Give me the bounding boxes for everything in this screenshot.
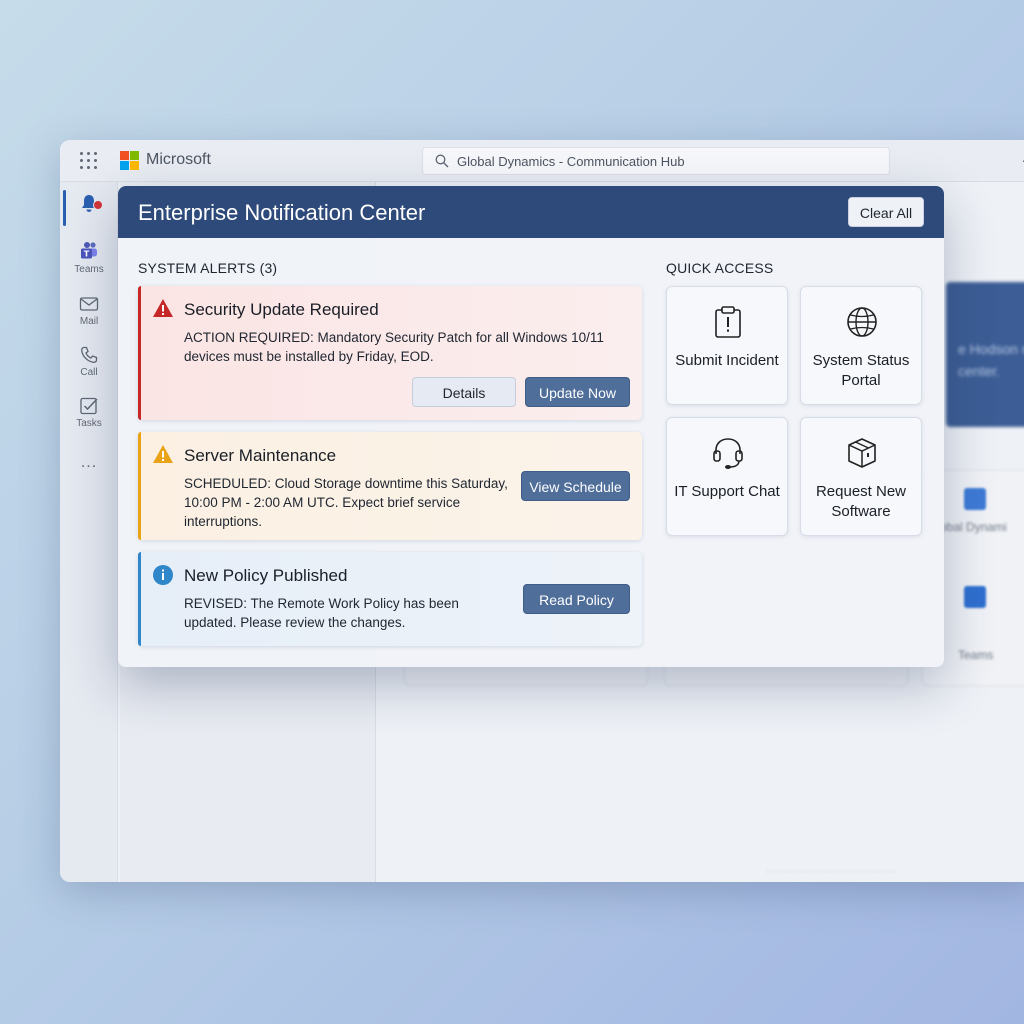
- view-schedule-button[interactable]: View Schedule: [521, 471, 630, 501]
- quick-access-system-status[interactable]: System Status Portal: [800, 286, 922, 405]
- quick-access-request-software[interactable]: Request New Software: [800, 417, 922, 536]
- rail-item-tasks[interactable]: Tasks: [60, 396, 118, 429]
- search-placeholder: Global Dynamics - Communication Hub: [457, 154, 685, 169]
- alert-card-security: Security Update Required ACTION REQUIRED…: [138, 286, 642, 420]
- update-now-button[interactable]: Update Now: [525, 377, 630, 407]
- headset-icon: [713, 438, 743, 469]
- rail-label: Tasks: [76, 418, 102, 429]
- notification-badge: [93, 200, 103, 210]
- brand-name: Microsoft: [146, 151, 211, 168]
- phone-icon: [81, 346, 98, 363]
- svg-text:T: T: [84, 250, 90, 259]
- alert-severity-bar: [138, 552, 141, 646]
- details-button[interactable]: Details: [412, 377, 516, 407]
- alert-title: Security Update Required: [184, 300, 379, 319]
- rail-label: Mail: [79, 316, 99, 327]
- background-footer: · · · · · · · · · · · · · · · · · · · · …: [766, 867, 896, 876]
- background-app-icon: [964, 586, 986, 608]
- app-launcher-icon[interactable]: [80, 152, 98, 170]
- teams-icon: T: [81, 242, 97, 259]
- rail-more-button[interactable]: ...: [60, 454, 118, 472]
- alert-severity-bar: [138, 286, 141, 420]
- background-banner: e Hodson r center.: [946, 282, 1024, 427]
- tile-label: Submit Incident: [675, 352, 779, 369]
- clear-all-button[interactable]: Clear All: [848, 197, 924, 227]
- tasks-checkbox-icon: [80, 397, 98, 415]
- tile-label: IT Support Chat: [674, 483, 780, 500]
- alert-title: Server Maintenance: [184, 446, 337, 465]
- alert-title: New Policy Published: [184, 566, 348, 585]
- mail-icon: [79, 297, 99, 311]
- system-alerts-heading: SYSTEM ALERTS (3): [138, 260, 278, 276]
- info-icon: [153, 565, 173, 585]
- warning-triangle-icon: [153, 445, 173, 463]
- rail-item-teams[interactable]: T Teams: [60, 240, 118, 275]
- background-card-label: obal Dynami: [940, 520, 1007, 534]
- package-icon: [848, 438, 876, 468]
- alert-card-maintenance: Server Maintenance SCHEDULED: Cloud Stor…: [138, 432, 642, 540]
- quick-access-it-support-chat[interactable]: IT Support Chat: [666, 417, 788, 536]
- alert-card-policy: New Policy Published REVISED: The Remote…: [138, 552, 642, 646]
- rail-item-activity[interactable]: [60, 192, 118, 216]
- clipboard-alert-icon: [715, 306, 741, 338]
- search-input[interactable]: Global Dynamics - Communication Hub: [422, 147, 890, 175]
- tile-label: Request New Software: [815, 483, 907, 520]
- panel-title: Enterprise Notification Center: [138, 200, 426, 225]
- notification-center-panel: Enterprise Notification Center Clear All…: [118, 186, 944, 667]
- background-app-icon: [964, 488, 986, 510]
- panel-header: Enterprise Notification Center Clear All: [118, 186, 944, 238]
- rail-label: Call: [80, 367, 98, 378]
- tile-label: System Status Portal: [812, 352, 910, 389]
- alert-body: ACTION REQUIRED: Mandatory Security Patc…: [184, 330, 604, 364]
- app-rail: T Teams Mail Call Tasks ...: [60, 182, 118, 882]
- warning-triangle-icon: [153, 299, 173, 317]
- alert-body: SCHEDULED: Cloud Storage downtime this S…: [184, 476, 508, 529]
- alert-severity-bar: [138, 432, 141, 540]
- alert-body: REVISED: The Remote Work Policy has been…: [184, 596, 459, 630]
- quick-access-submit-incident[interactable]: Submit Incident: [666, 286, 788, 405]
- rail-item-call[interactable]: Call: [60, 345, 118, 378]
- search-icon: [435, 154, 449, 168]
- rail-item-mail[interactable]: Mail: [60, 294, 118, 327]
- background-card-label: Teams: [958, 648, 994, 662]
- microsoft-logo: [120, 151, 140, 171]
- globe-icon: [847, 307, 877, 337]
- quick-access-heading: QUICK ACCESS: [666, 260, 774, 276]
- read-policy-button[interactable]: Read Policy: [523, 584, 630, 614]
- title-bar: Microsoft Global Dynamics - Communicatio…: [60, 140, 1024, 182]
- rail-label: Teams: [74, 264, 104, 275]
